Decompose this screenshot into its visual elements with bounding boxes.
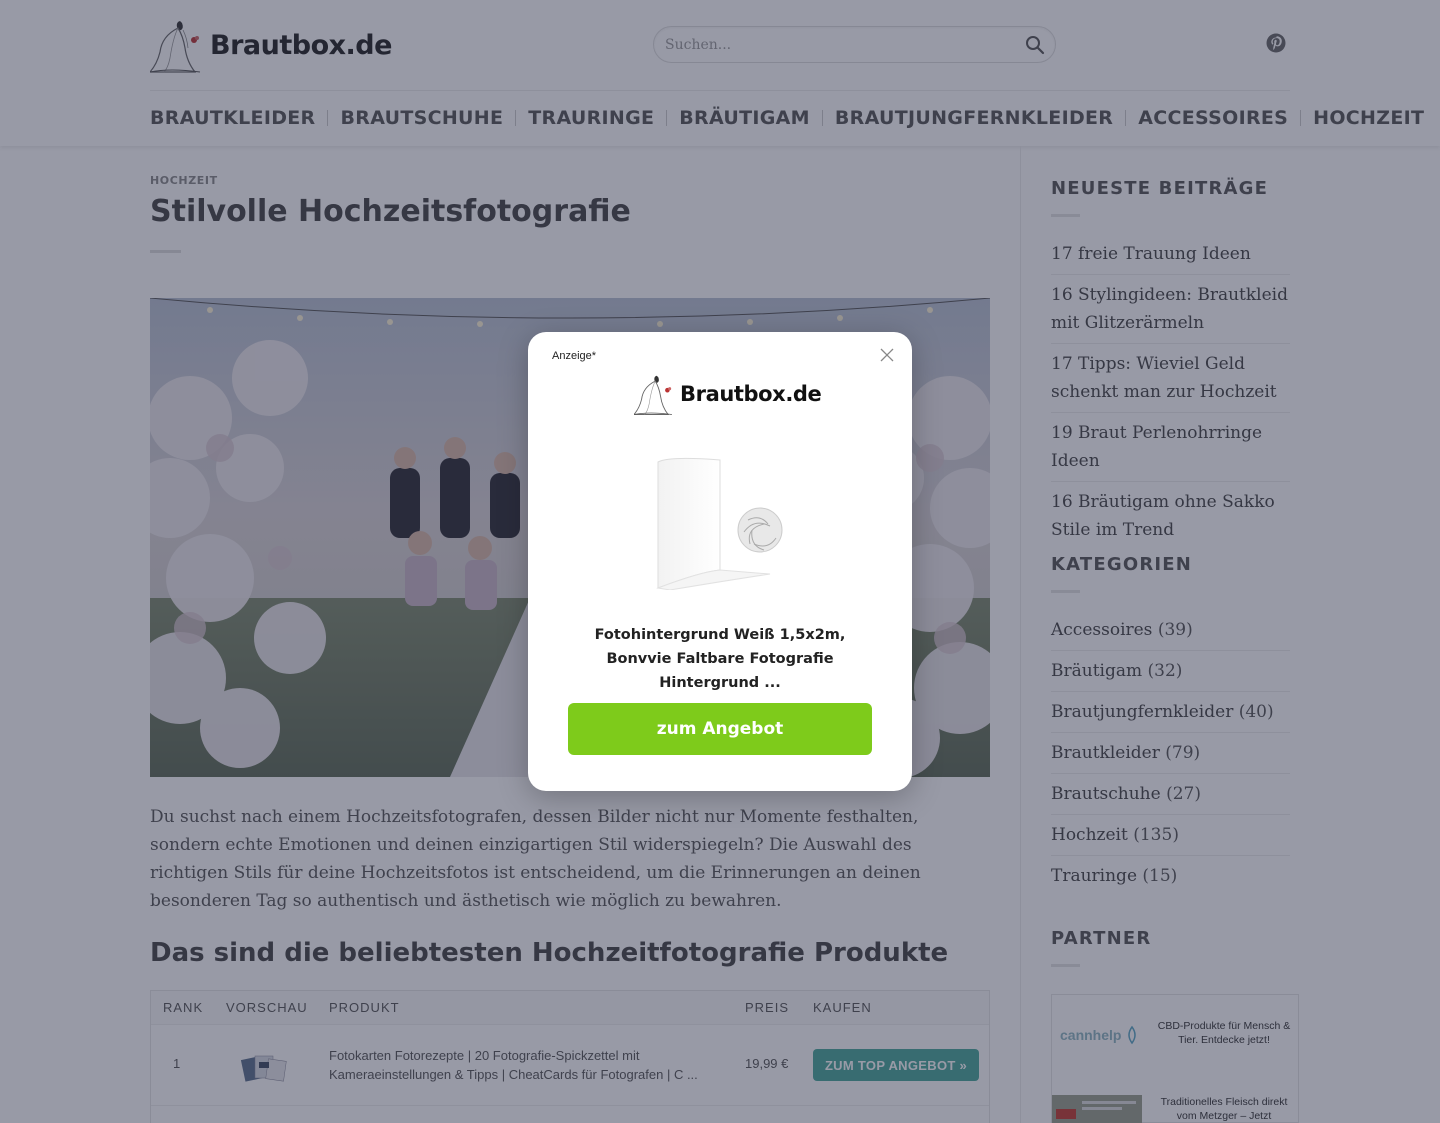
product-title[interactable]: Fotohintergrund Weiß 1,5x2m, Bonvvie Fal…: [568, 623, 872, 695]
logo-wordmark: Brautbox.de: [680, 382, 822, 406]
bride-logo-icon: [634, 375, 672, 415]
modal-logo: Brautbox.de: [634, 370, 822, 418]
offer-button[interactable]: zum Angebot: [568, 703, 872, 755]
ad-label: Anzeige*: [552, 350, 597, 362]
close-button[interactable]: [876, 344, 898, 366]
close-icon: [880, 348, 894, 362]
product-image[interactable]: [640, 450, 800, 590]
ad-popup: Anzeige* Brautbox.de Fotohintergrund Wei…: [528, 332, 912, 791]
